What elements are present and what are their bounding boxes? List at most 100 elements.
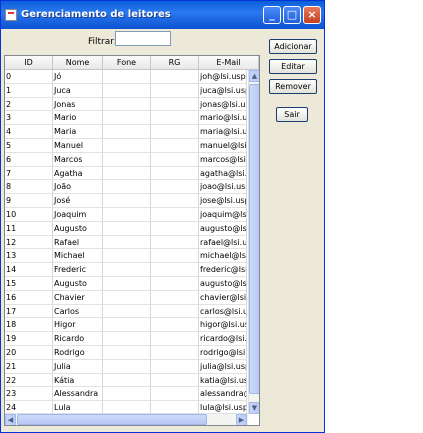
- cell-rg[interactable]: [151, 387, 199, 402]
- vertical-scrollbar[interactable]: ▲ ▼: [248, 70, 259, 414]
- cell-fone[interactable]: [103, 166, 151, 181]
- horizontal-scrollbar[interactable]: ◀ ▶: [5, 413, 248, 425]
- column-header-email[interactable]: E-Mail: [199, 56, 259, 70]
- cell-nome[interactable]: Michael: [53, 249, 103, 264]
- cell-fone[interactable]: [103, 318, 151, 333]
- cell-rg[interactable]: [151, 373, 199, 388]
- table-row[interactable]: 0Jó joh@lsi.usp.br: [5, 70, 247, 84]
- cell-id[interactable]: 11: [5, 221, 53, 236]
- cell-email[interactable]: marcos@lsi.usp.br: [199, 152, 247, 167]
- scroll-left-icon[interactable]: ◀: [5, 414, 16, 425]
- cell-id[interactable]: 15: [5, 276, 53, 291]
- table-row[interactable]: 13Michael michael@lsi.usp.br: [5, 249, 247, 264]
- cell-nome[interactable]: João: [53, 180, 103, 195]
- add-button[interactable]: Adicionar: [269, 39, 317, 54]
- cell-email[interactable]: rodrigo@lsi.usp.br: [199, 345, 247, 360]
- vertical-scroll-thumb[interactable]: [249, 84, 259, 394]
- cell-fone[interactable]: [103, 207, 151, 222]
- cell-fone[interactable]: [103, 276, 151, 291]
- table-row[interactable]: 6Marcos marcos@lsi.usp.br: [5, 152, 247, 167]
- cell-rg[interactable]: [151, 359, 199, 374]
- cell-rg[interactable]: [151, 70, 199, 84]
- cell-fone[interactable]: [103, 194, 151, 208]
- scroll-up-icon[interactable]: ▲: [249, 70, 259, 82]
- remove-button[interactable]: Remover: [269, 79, 317, 94]
- column-header-rg[interactable]: RG: [151, 56, 199, 70]
- cell-id[interactable]: 9: [5, 194, 53, 208]
- cell-fone[interactable]: [103, 345, 151, 360]
- cell-email[interactable]: michael@lsi.usp.br: [199, 249, 247, 264]
- cell-rg[interactable]: [151, 221, 199, 236]
- cell-email[interactable]: jonas@lsi.usp.br: [199, 97, 247, 112]
- cell-rg[interactable]: [151, 97, 199, 112]
- cell-fone[interactable]: [103, 180, 151, 195]
- edit-button[interactable]: Editar: [269, 59, 317, 74]
- close-button[interactable]: ×: [303, 6, 321, 24]
- cell-nome[interactable]: José: [53, 194, 103, 208]
- cell-email[interactable]: joh@lsi.usp.br: [199, 70, 247, 84]
- cell-email[interactable]: jose@lsi.usp.br: [199, 194, 247, 208]
- cell-fone[interactable]: [103, 359, 151, 374]
- cell-rg[interactable]: [151, 276, 199, 291]
- table-row[interactable]: 18Higor higor@lsi.usp.br: [5, 318, 247, 333]
- column-header-nome[interactable]: Nome: [53, 56, 103, 70]
- cell-nome[interactable]: Mario: [53, 111, 103, 126]
- table-row[interactable]: 1Juca juca@lsi.usp.br: [5, 83, 247, 98]
- cell-rg[interactable]: [151, 207, 199, 222]
- column-header-id[interactable]: ID: [5, 56, 53, 70]
- maximize-button[interactable]: □: [283, 6, 301, 24]
- cell-id[interactable]: 7: [5, 166, 53, 181]
- cell-id[interactable]: 13: [5, 249, 53, 264]
- cell-email[interactable]: frederic@lsi.usp.br: [199, 263, 247, 277]
- cell-rg[interactable]: [151, 304, 199, 319]
- table-row[interactable]: 11Augusto augusto@lsi.usp.br: [5, 221, 247, 236]
- cell-fone[interactable]: [103, 111, 151, 126]
- table-row[interactable]: 9José jose@lsi.usp.br: [5, 194, 247, 208]
- cell-nome[interactable]: Jonas: [53, 97, 103, 112]
- cell-email[interactable]: joao@lsi.usp.br: [199, 180, 247, 195]
- table-row[interactable]: 3Mario mario@lsi.usp.br: [5, 111, 247, 126]
- cell-id[interactable]: 17: [5, 304, 53, 319]
- title-bar[interactable]: Gerenciamento de leitores _ □ ×: [1, 1, 324, 29]
- cell-nome[interactable]: Rafael: [53, 235, 103, 250]
- cell-rg[interactable]: [151, 318, 199, 333]
- cell-rg[interactable]: [151, 332, 199, 346]
- cell-id[interactable]: 19: [5, 332, 53, 346]
- cell-email[interactable]: katia@lsi.usp.br: [199, 373, 247, 388]
- cell-id[interactable]: 20: [5, 345, 53, 360]
- cell-nome[interactable]: Julia: [53, 359, 103, 374]
- cell-id[interactable]: 3: [5, 111, 53, 126]
- cell-fone[interactable]: [103, 152, 151, 167]
- cell-nome[interactable]: Marcos: [53, 152, 103, 167]
- cell-fone[interactable]: [103, 138, 151, 153]
- table-row[interactable]: 8João joao@lsi.usp.br: [5, 180, 247, 195]
- cell-email[interactable]: carlos@lsi.usp.br: [199, 304, 247, 319]
- cell-rg[interactable]: [151, 263, 199, 277]
- column-header-fone[interactable]: Fone: [103, 56, 151, 70]
- cell-id[interactable]: 0: [5, 70, 53, 84]
- cell-id[interactable]: 5: [5, 138, 53, 153]
- cell-fone[interactable]: [103, 249, 151, 264]
- cell-rg[interactable]: [151, 111, 199, 126]
- cell-rg[interactable]: [151, 290, 199, 305]
- cell-id[interactable]: 22: [5, 373, 53, 388]
- cell-fone[interactable]: [103, 125, 151, 139]
- cell-rg[interactable]: [151, 152, 199, 167]
- cell-nome[interactable]: Chavier: [53, 290, 103, 305]
- cell-rg[interactable]: [151, 249, 199, 264]
- cell-nome[interactable]: Frederic: [53, 263, 103, 277]
- cell-fone[interactable]: [103, 97, 151, 112]
- cell-fone[interactable]: [103, 83, 151, 98]
- minimize-button[interactable]: _: [263, 6, 281, 24]
- cell-fone[interactable]: [103, 332, 151, 346]
- cell-nome[interactable]: Higor: [53, 318, 103, 333]
- table-row[interactable]: 23Alessandra alessandra@lsi.usp.br: [5, 387, 247, 402]
- table-row[interactable]: 17Carlos carlos@lsi.usp.br: [5, 304, 247, 319]
- cell-id[interactable]: 8: [5, 180, 53, 195]
- cell-fone[interactable]: [103, 290, 151, 305]
- exit-button[interactable]: Sair: [276, 107, 308, 122]
- cell-email[interactable]: manuel@lsi.usp.br: [199, 138, 247, 153]
- cell-email[interactable]: rafael@lsi.usp.br: [199, 235, 247, 250]
- cell-id[interactable]: 1: [5, 83, 53, 98]
- cell-nome[interactable]: Juca: [53, 83, 103, 98]
